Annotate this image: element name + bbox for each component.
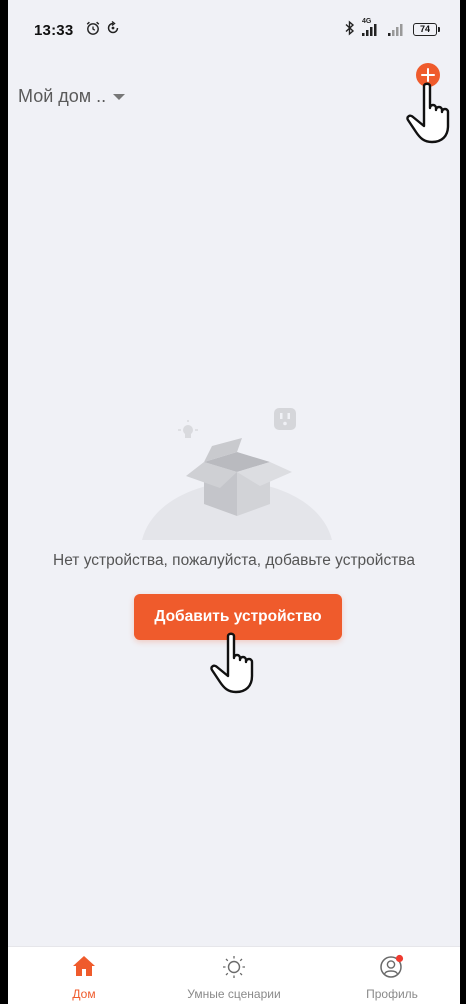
bluetooth-icon [345,20,355,36]
empty-message: Нет устройства, пожалуйста, добавьте уст… [53,552,415,569]
tab-home[interactable]: Дом [32,947,136,1004]
alarm-icon [86,21,100,35]
notification-badge [395,954,404,963]
home-icon [73,956,95,976]
add-device-button-label: Добавить устройство [154,608,322,625]
app-screen: 13:33 4G 74 Мой дом .. Нет устройства, п… [8,0,460,1004]
tab-smart-scenes-label: Умные сценарии [187,987,281,1001]
empty-box-illustration [142,408,332,540]
bulb-icon [178,420,198,438]
tab-home-label: Дом [72,987,96,1001]
caret-down-icon [113,93,126,100]
sun-icon [223,956,245,978]
sync-icon [107,20,119,34]
signal-icon [362,24,377,36]
pointing-hand-icon-2 [210,632,254,694]
socket-icon [274,408,296,430]
tab-smart-scenes[interactable]: Умные сценарии [172,947,296,1004]
status-time: 13:33 [34,22,74,39]
status-bar: 13:33 4G 74 [8,0,460,60]
battery-level: 74 [419,24,430,34]
tab-profile[interactable]: Профиль [342,947,442,1004]
pointing-hand-icon [406,82,450,144]
bottom-tab-bar: Дом Умные сценарии Профиль [8,946,460,1004]
battery-icon: 74 [413,23,440,36]
profile-icon [380,954,404,978]
signal-icon-2 [388,24,403,36]
home-selector[interactable]: Мой дом .. [18,86,126,107]
home-title: Мой дом .. [18,86,107,106]
tab-profile-label: Профиль [366,987,418,1001]
